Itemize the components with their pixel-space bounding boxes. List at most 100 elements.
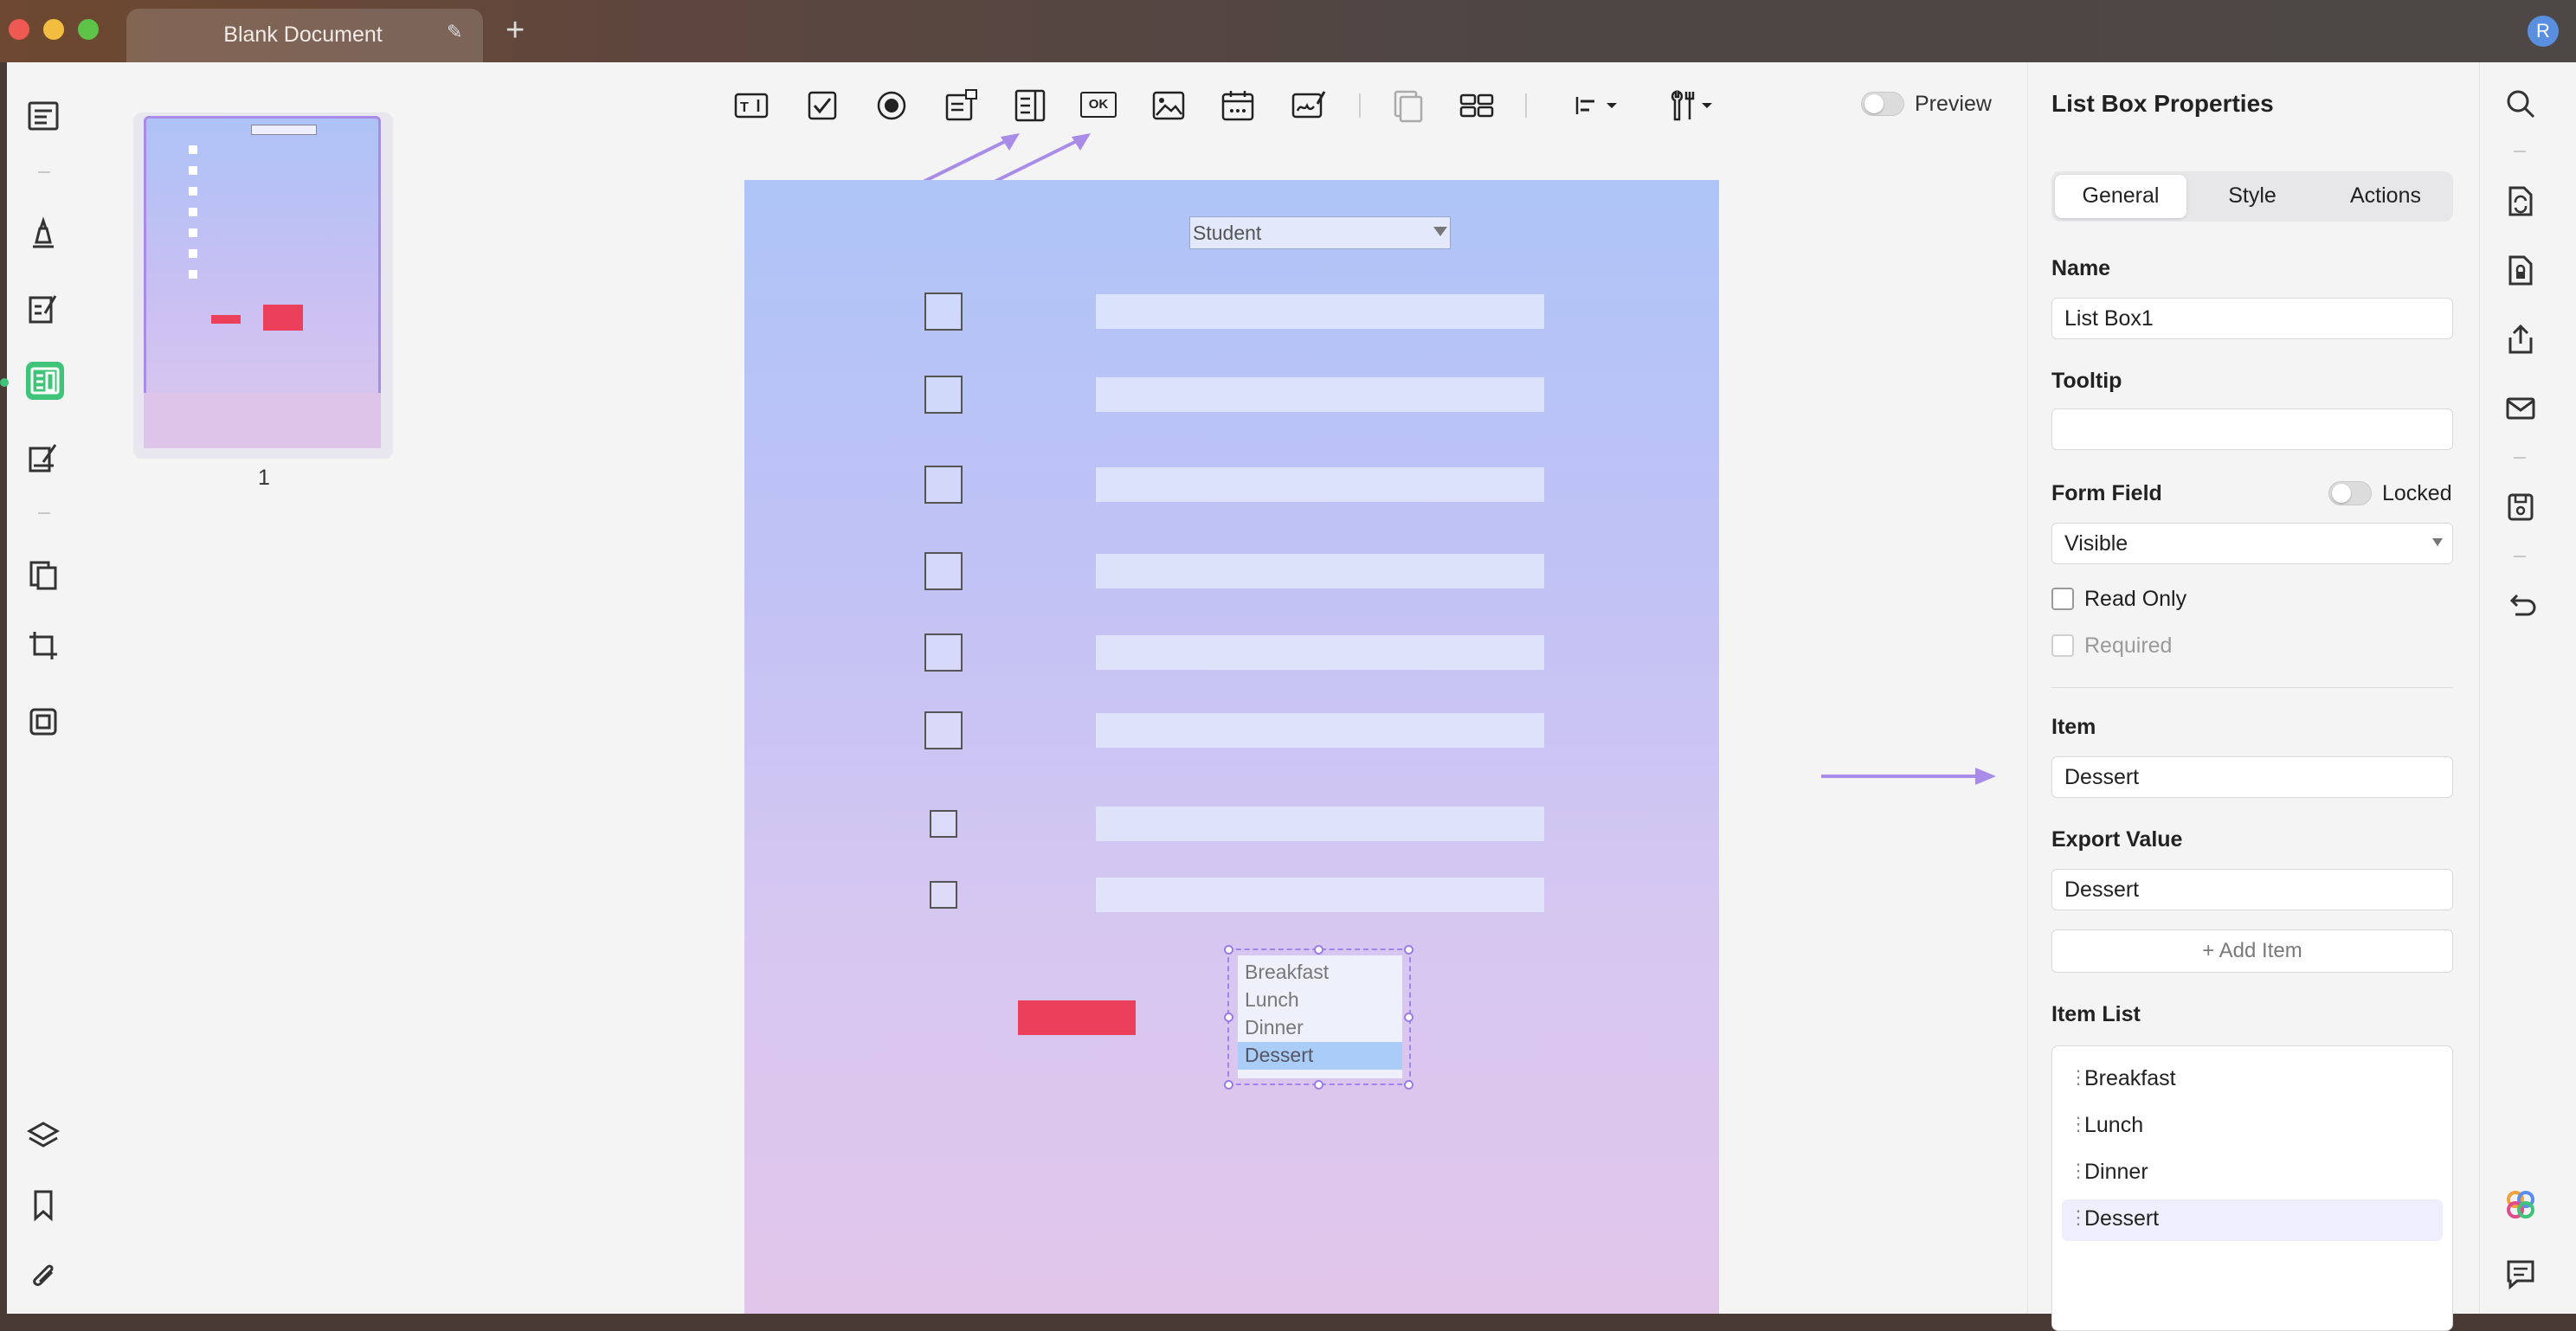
ai-assistant-icon[interactable] [2503,1187,2538,1222]
align-dropdown-icon[interactable] [1570,87,1626,125]
form-text-field[interactable] [1096,294,1544,329]
edit-pdf-icon[interactable] [26,291,61,325]
thumb-checkboxes [189,145,197,291]
resize-handle[interactable] [1224,1080,1233,1090]
form-checkbox[interactable] [930,881,957,909]
highlighter-icon[interactable] [26,216,61,251]
reader-icon[interactable] [26,99,61,133]
close-window-button[interactable] [9,19,29,40]
preview-label: Preview [1915,92,1992,116]
attachment-icon[interactable] [26,1257,61,1291]
organize-pages-icon[interactable] [26,557,61,592]
panel-title: List Box Properties [2051,90,2274,117]
form-push-button[interactable] [1018,1000,1136,1035]
image-field-tool-icon[interactable] [1150,87,1188,125]
form-checkbox[interactable] [924,466,963,504]
thumb-combo [251,125,317,135]
field-tools-dropdown-icon[interactable] [1667,87,1723,125]
thumb-page-bottom [144,393,381,448]
sign-icon[interactable] [26,440,61,474]
email-icon[interactable] [2503,391,2538,426]
form-text-field[interactable] [1096,377,1544,412]
form-icon [30,367,60,395]
locked-toggle[interactable] [2328,481,2372,505]
zoom-window-button[interactable] [78,19,99,40]
prepare-form-tool[interactable] [26,362,64,400]
save-icon[interactable] [2503,490,2538,524]
rail-divider [38,512,50,514]
digital-signature-tool-icon[interactable] [1290,87,1328,125]
form-text-field[interactable] [1096,807,1544,841]
visibility-select[interactable]: Visible [2051,523,2453,564]
resize-handle[interactable] [1224,1013,1233,1022]
list-box-tool-icon[interactable] [1011,87,1049,125]
selection-outline [1227,948,1411,1085]
form-text-field[interactable] [1096,554,1544,588]
checkbox-tool-icon[interactable] [803,87,841,125]
rail-divider [2514,151,2526,152]
item-list-entry[interactable]: Breakfast [2084,1066,2176,1091]
required-checkbox[interactable] [2051,634,2074,657]
export-value-input[interactable]: Dessert [2051,869,2453,910]
share-icon[interactable] [2503,322,2538,357]
name-input[interactable]: List Box1 [2051,298,2453,339]
form-checkbox[interactable] [924,552,963,590]
search-icon[interactable] [2503,87,2538,121]
undo-icon[interactable] [2503,588,2538,623]
add-item-button[interactable]: + Add Item [2051,929,2453,973]
form-checkbox[interactable] [924,293,963,331]
resize-handle[interactable] [1404,1013,1414,1022]
form-text-field[interactable] [1096,467,1544,502]
locked-label: Locked [2382,481,2452,505]
radio-button-tool-icon[interactable] [873,87,911,125]
tab-style[interactable]: Style [2186,183,2318,209]
item-input[interactable]: Dessert [2051,756,2453,798]
resize-handle[interactable] [1314,1080,1323,1090]
text-field-tool-icon[interactable]: T [732,87,770,125]
convert-icon[interactable] [2503,183,2538,218]
grid-layout-icon[interactable] [1458,87,1496,125]
tab-actions[interactable]: Actions [2320,183,2451,209]
combo-value: Student [1193,222,1262,244]
resize-handle[interactable] [1404,945,1414,955]
tooltip-label: Tooltip [2051,369,2122,393]
tab-general[interactable]: General [2055,183,2186,209]
form-field-label: Form Field [2051,481,2162,505]
form-text-field[interactable] [1096,713,1544,748]
tooltip-input[interactable] [2051,408,2453,450]
form-checkbox[interactable] [924,711,963,749]
annotation-arrow [1821,768,1996,785]
svg-text:T: T [740,100,749,115]
read-only-label: Read Only [2084,587,2187,611]
resize-handle[interactable] [1404,1080,1414,1090]
rename-pencil-icon[interactable]: ✎ [447,21,462,43]
form-checkbox[interactable] [924,376,963,414]
item-list-entry[interactable]: Lunch [2084,1113,2143,1138]
date-field-tool-icon[interactable] [1219,87,1257,125]
rail-divider [2514,556,2526,557]
item-list-entry[interactable]: Dinner [2084,1160,2148,1185]
protect-icon[interactable] [2503,253,2538,287]
comment-icon[interactable] [2503,1257,2538,1291]
form-text-field[interactable] [1096,878,1544,912]
item-list-entry-selected[interactable]: Dessert [2084,1206,2159,1231]
combo-box-tool-icon[interactable] [942,87,980,125]
crop-icon[interactable] [26,628,61,663]
form-text-field[interactable] [1096,635,1544,670]
bookmark-icon[interactable] [26,1187,61,1222]
user-avatar[interactable]: R [2528,16,2559,47]
minimize-window-button[interactable] [43,19,64,40]
resize-handle[interactable] [1314,945,1323,955]
duplicate-field-icon[interactable] [1388,87,1426,125]
preview-toggle[interactable] [1861,92,1904,116]
form-checkbox[interactable] [924,633,963,672]
resize-handle[interactable] [1224,945,1233,955]
thumb-button [211,315,241,324]
name-label: Name [2051,256,2111,280]
tools-icon[interactable] [26,704,61,739]
button-tool-icon[interactable]: OK [1080,92,1117,118]
new-tab-plus-icon[interactable]: + [506,14,525,47]
form-checkbox[interactable] [930,810,957,838]
layers-icon[interactable] [26,1118,61,1153]
read-only-checkbox[interactable] [2051,588,2074,610]
